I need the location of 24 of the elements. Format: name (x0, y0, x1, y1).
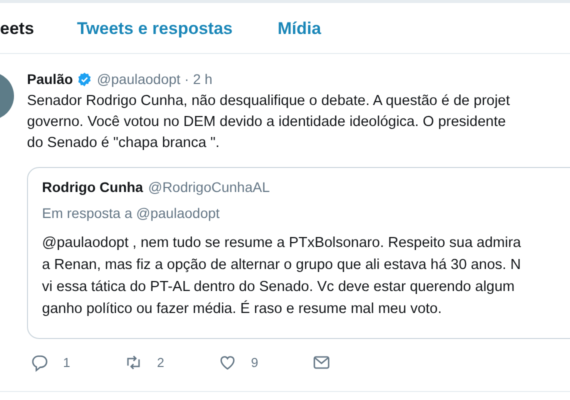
quoted-tweet-card[interactable] (27, 167, 570, 339)
action-count: 9 (251, 355, 258, 370)
quoted-text-line: vi essa tática do PT-AL dentro do Senado. Vc deve estar querendo algum (42, 278, 516, 297)
tweet-text-line: governo. Você votou no DEM devido a identidade ideológica. O presidente (27, 113, 507, 132)
quoted-author-name: Rodrigo Cunha (42, 179, 144, 195)
author-name[interactable]: Paulão (27, 71, 73, 87)
action-count: 1 (63, 355, 70, 370)
user-handle[interactable]: @paulaodopt (96, 71, 180, 87)
quoted-text-line: a Renan, mas fiz a opção de alternar o grupo que ali estava há 30 anos. N (42, 256, 522, 275)
action-count: 2 (157, 355, 164, 370)
tweet-text-line: Senador Rodrigo Cunha, não desqualifique o debate. A questão é de projet (27, 92, 511, 111)
timestamp[interactable]: · 2 h (184, 71, 212, 87)
tab[interactable]: Mídia (278, 19, 322, 39)
heart-icon[interactable] (218, 353, 237, 372)
quoted-user-handle: @RodrigoCunhaAL (148, 179, 270, 195)
reply-to-text: Em resposta a @paulaodopt (42, 205, 221, 221)
retweet-icon[interactable] (124, 353, 143, 372)
envelope-icon[interactable] (312, 353, 331, 372)
reply-icon[interactable] (30, 353, 49, 372)
tweet-text-line: do Senado é "chapa branca ". (27, 134, 220, 153)
tab[interactable]: Tweets e respostas (77, 19, 233, 39)
quoted-text-line: @paulaodopt , nem tudo se resume a PTxBolsonaro. Respeito sua admira (42, 234, 522, 253)
tab[interactable]: eets (0, 19, 34, 39)
quoted-text-line: ganho político ou fazer média. É raso e resume mal meu voto. (42, 299, 443, 319)
